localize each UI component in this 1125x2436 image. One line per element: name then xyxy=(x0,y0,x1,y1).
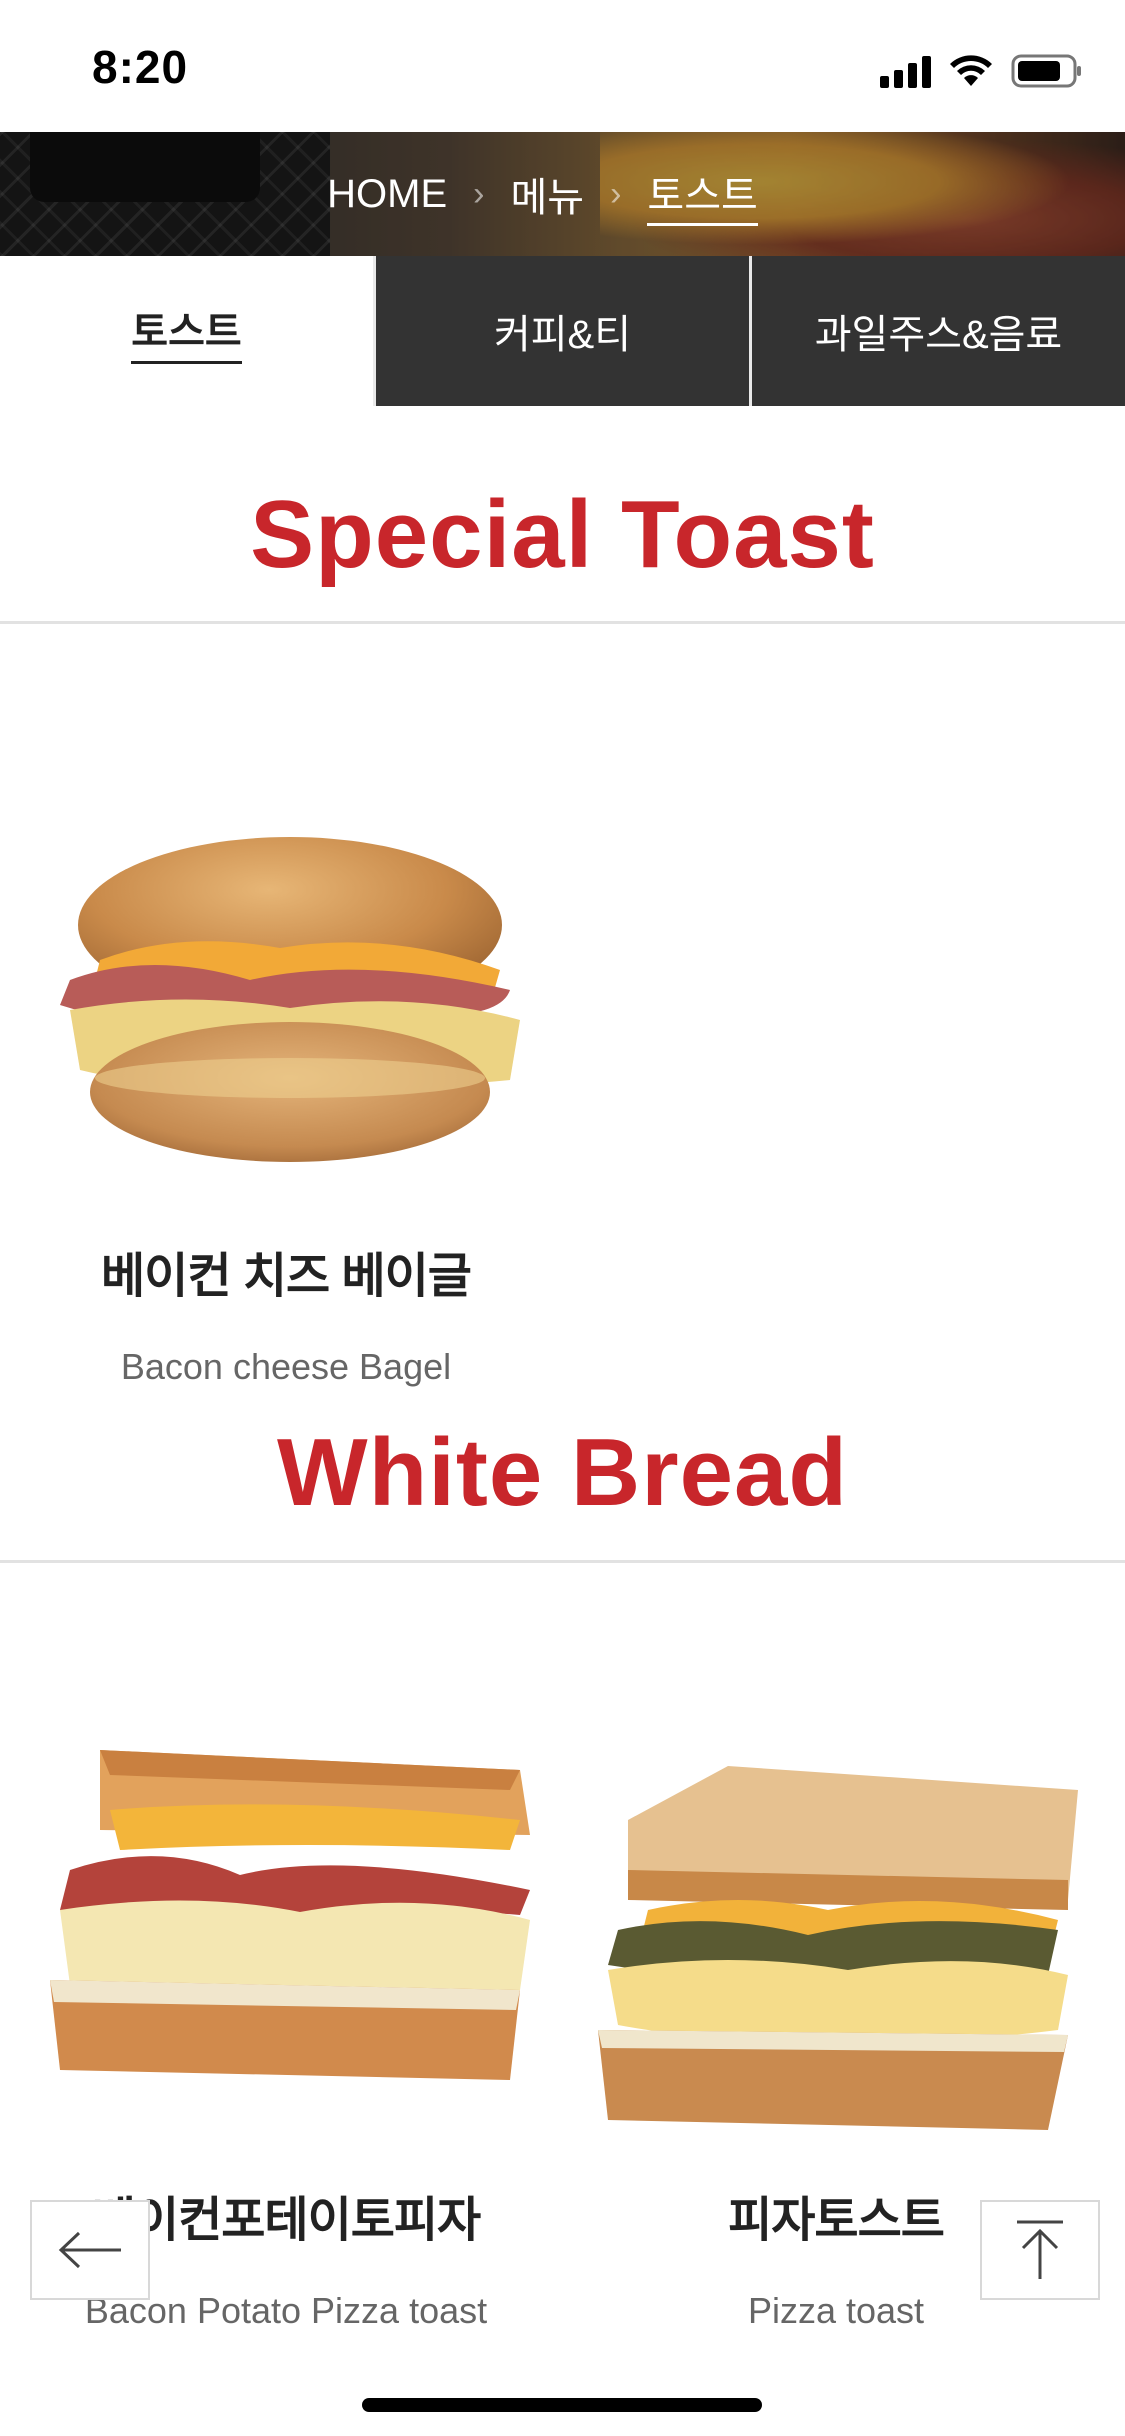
status-icons xyxy=(880,48,1083,88)
breadcrumb-home[interactable]: HOME xyxy=(327,172,447,217)
breadcrumb-menu[interactable]: 메뉴 xyxy=(510,165,584,223)
wifi-icon xyxy=(949,54,993,88)
scroll-top-button[interactable] xyxy=(980,2200,1100,2300)
bacon-potato-pizza-toast-image[interactable] xyxy=(40,1740,540,2100)
pizza-toast-image[interactable] xyxy=(588,1760,1088,2140)
section-title-special-toast: Special Toast xyxy=(250,481,875,588)
product-name-ko: 베이컨 치즈 베이글 xyxy=(101,1250,472,1303)
back-button[interactable] xyxy=(30,2200,150,2300)
tab-label: 과일주스&음료 xyxy=(814,313,1063,357)
home-indicator[interactable] xyxy=(362,2398,762,2412)
product-bacon-cheese-bagel[interactable]: 베이컨 치즈 베이글 Bacon cheese Bagel xyxy=(6,1236,566,1388)
tab-label: 커피&티 xyxy=(493,313,632,357)
category-tabs: 토스트 커피&티 과일주스&음료 xyxy=(0,256,1125,406)
product-name-en: Bacon cheese Bagel xyxy=(120,1346,452,1387)
tab-juice-drinks[interactable]: 과일주스&음료 xyxy=(749,256,1125,406)
cellular-signal-icon xyxy=(880,54,931,88)
tab-label: 토스트 xyxy=(131,299,242,364)
bagel-sandwich-image[interactable] xyxy=(30,830,540,1170)
arrow-left-icon xyxy=(58,2231,121,2269)
status-bar: 8:20 xyxy=(0,0,1125,132)
tab-toast[interactable]: 토스트 xyxy=(0,256,373,406)
divider xyxy=(0,1560,1125,1563)
arrow-up-to-top-icon xyxy=(1017,2220,1063,2279)
status-time: 8:20 xyxy=(92,41,189,93)
hero-banner: HOME › 메뉴 › 토스트 xyxy=(0,132,1125,256)
breadcrumb: HOME › 메뉴 › 토스트 xyxy=(0,132,1125,256)
tab-coffee-tea[interactable]: 커피&티 xyxy=(373,256,749,406)
chevron-right-icon: › xyxy=(610,174,622,213)
chevron-right-icon: › xyxy=(473,174,485,213)
divider xyxy=(0,621,1125,624)
breadcrumb-current[interactable]: 토스트 xyxy=(647,163,758,226)
section-title-white-bread: White Bread xyxy=(276,1419,849,1526)
battery-icon xyxy=(1011,54,1083,88)
